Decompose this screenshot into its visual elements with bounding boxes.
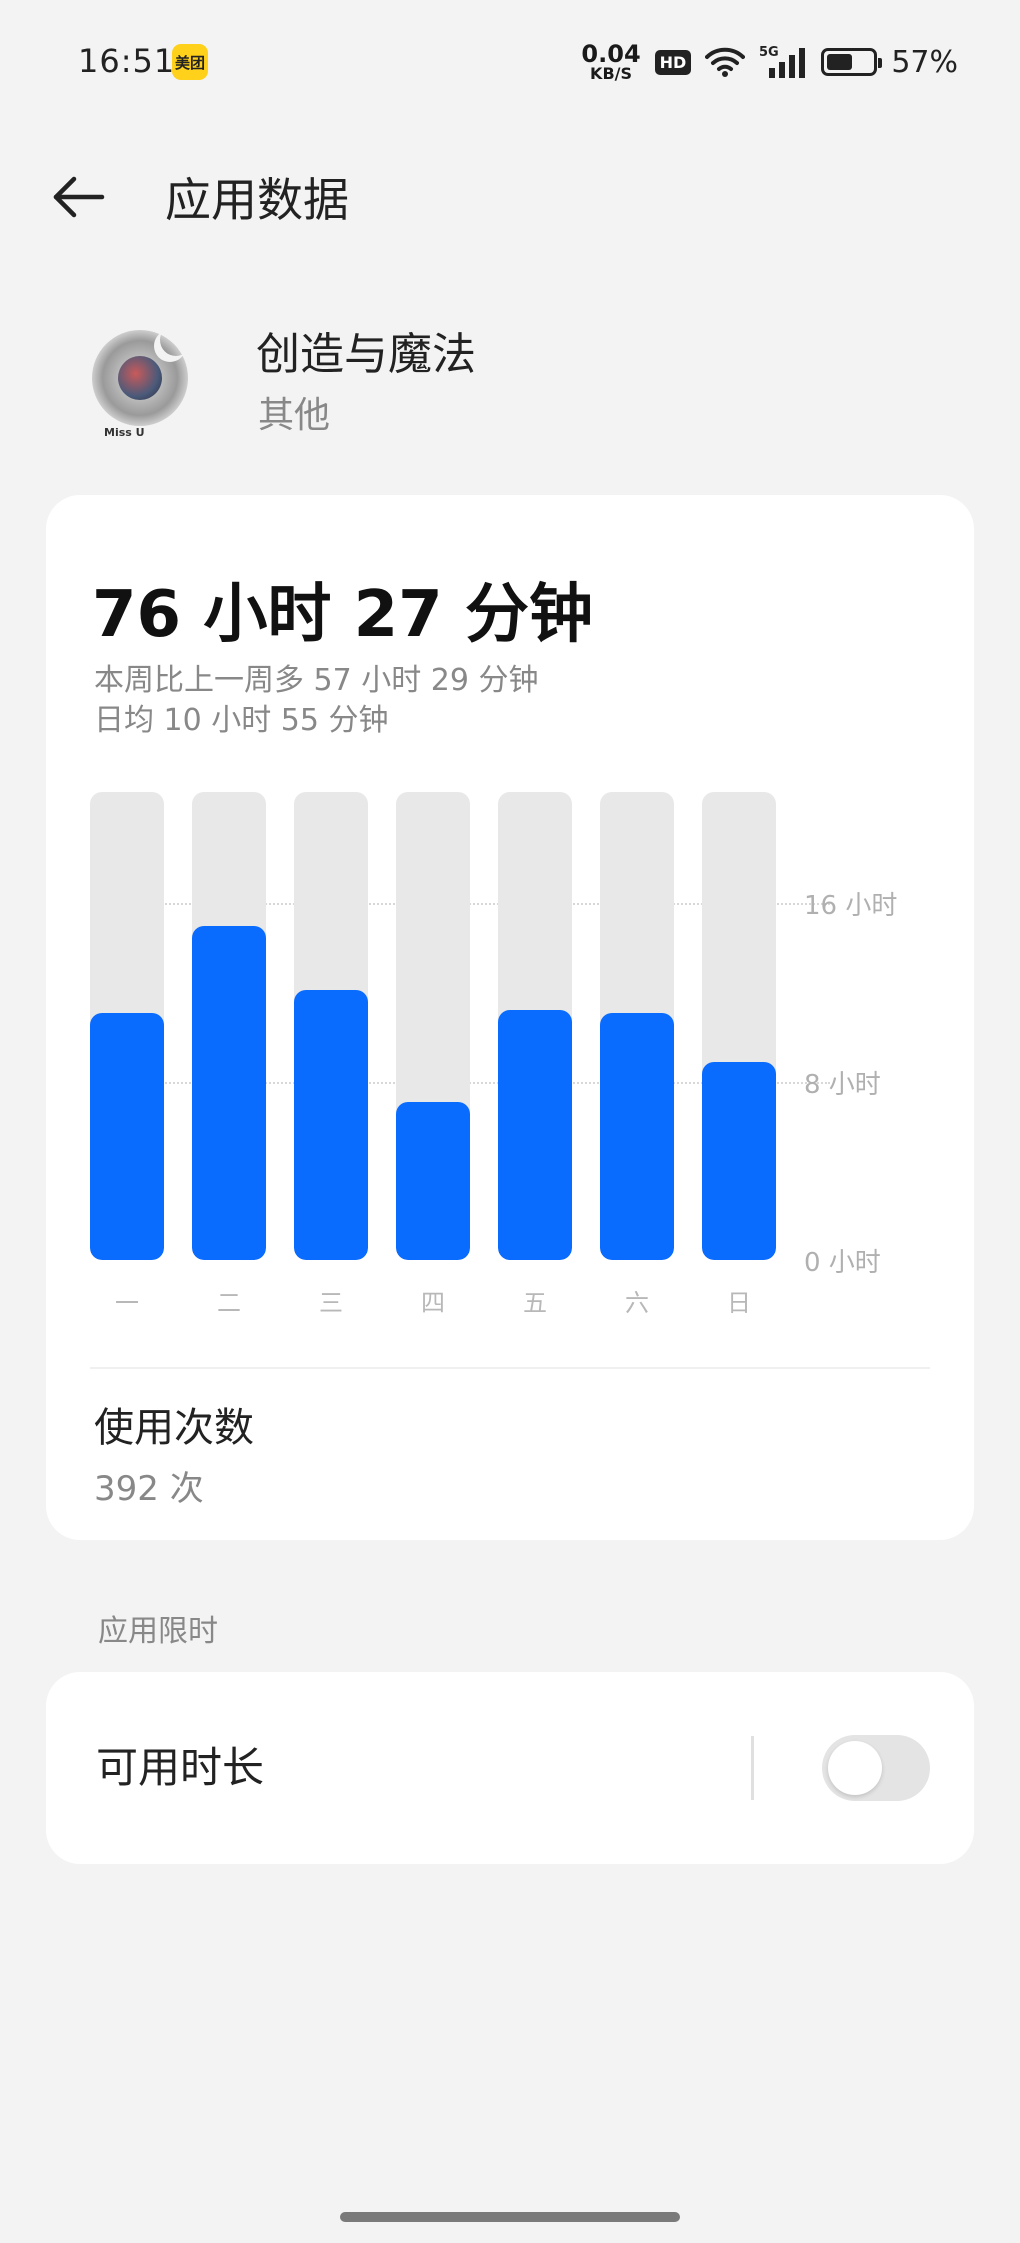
- cellular-5g-label: 5G: [759, 45, 779, 60]
- available-duration-toggle[interactable]: [822, 1735, 930, 1801]
- cellular-5g-icon: 5G: [759, 45, 806, 78]
- x-tick-label: 三: [319, 1289, 343, 1317]
- y-tick-label: 16 小时: [804, 891, 898, 922]
- bar-track[interactable]: [294, 792, 368, 1260]
- network-speed-value: 0.04: [581, 40, 641, 68]
- status-right: 0.04 KB/S HD 5G 57%: [581, 40, 958, 84]
- usage-bar: [498, 1010, 572, 1260]
- bar-track[interactable]: [396, 792, 470, 1260]
- x-tick-label: 五: [523, 1289, 547, 1317]
- app-limits-section-label: 应用限时: [98, 1614, 218, 1649]
- bar-track[interactable]: [90, 792, 164, 1260]
- y-tick-label: 8 小时: [804, 1069, 881, 1100]
- y-tick-label: 0 小时: [804, 1248, 881, 1278]
- bar-track[interactable]: [498, 792, 572, 1260]
- status-time: 16:51: [78, 42, 176, 80]
- x-tick-label: 四: [421, 1289, 445, 1317]
- x-tick-label: 六: [625, 1289, 649, 1317]
- weekly-usage-chart: 0 小时 8 小时 16 小时一 二 三 四 五 六 日: [46, 495, 974, 1335]
- wifi-icon: [705, 47, 746, 77]
- app-category: 其他: [258, 395, 331, 436]
- usage-card: 76 小时 27 分钟 本周比上一周多 57 小时 29 分钟 日均 10 小时…: [46, 495, 974, 1540]
- hd-icon: HD: [654, 49, 692, 75]
- usage-bar: [192, 925, 266, 1260]
- toggle-knob: [828, 1741, 882, 1795]
- network-speed: 0.04 KB/S: [581, 42, 640, 82]
- arrow-left-icon: [53, 176, 105, 218]
- x-tick-label: 一: [115, 1289, 139, 1317]
- battery-icon: [821, 48, 883, 76]
- divider: [90, 1367, 930, 1369]
- network-speed-unit: KB/S: [590, 64, 633, 83]
- page-title: 应用数据: [165, 173, 349, 227]
- available-duration-label: 可用时长: [96, 1743, 265, 1792]
- x-tick-label: 日: [727, 1289, 751, 1317]
- back-button[interactable]: [48, 170, 108, 224]
- status-bar: 16:51 美团 0.04 KB/S HD 5G 57%: [0, 0, 1020, 120]
- meituan-app-icon: 美团: [172, 44, 208, 80]
- app-limits-card[interactable]: 可用时长: [46, 1672, 974, 1864]
- app-name: 创造与魔法: [256, 329, 476, 380]
- bar-track[interactable]: [600, 792, 674, 1260]
- vertical-divider: [751, 1736, 754, 1800]
- usage-bar: [294, 990, 368, 1260]
- battery-fill: [827, 54, 853, 70]
- app-icon-caption: Miss U: [104, 426, 145, 439]
- bar-track[interactable]: [702, 792, 776, 1260]
- open-count-label: 使用次数: [94, 1405, 254, 1451]
- app-icon: [92, 330, 188, 426]
- home-indicator[interactable]: [340, 2212, 680, 2222]
- open-count-value: 392 次: [94, 1469, 204, 1509]
- bar-track[interactable]: [192, 792, 266, 1260]
- usage-bar: [396, 1101, 470, 1260]
- x-tick-label: 二: [217, 1289, 241, 1317]
- usage-bar: [702, 1061, 776, 1260]
- usage-bar: [90, 1012, 164, 1260]
- battery-percent: 57%: [891, 44, 958, 80]
- usage-bar: [600, 1012, 674, 1260]
- app-bar: 应用数据: [0, 150, 1020, 240]
